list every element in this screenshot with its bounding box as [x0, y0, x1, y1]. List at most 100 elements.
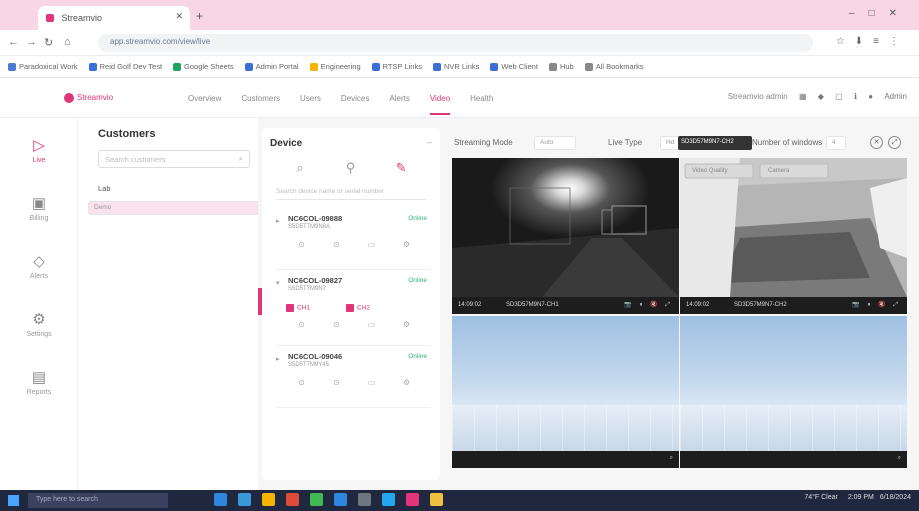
bookmark-item[interactable]: Google Sheets — [173, 62, 234, 72]
new-tab-button[interactable]: + — [196, 9, 203, 23]
calendar-icon[interactable]: ▭ — [354, 320, 389, 329]
bookmark-item[interactable]: Reid Golf Dev Test — [88, 62, 162, 72]
customer-search-input[interactable]: Search customers ⌕ — [98, 150, 250, 168]
bell-icon[interactable]: ◆ — [818, 92, 824, 101]
customer-row[interactable]: Demo — [88, 201, 260, 215]
record-icon[interactable]: ⊙ — [319, 240, 354, 249]
logo-text: Streamvio — [77, 93, 114, 103]
close-all-icon[interactable]: ✕ — [870, 136, 883, 149]
clock-date[interactable]: 6/18/2024 — [880, 494, 911, 501]
tile-3-expand-icon[interactable]: ⌕ — [670, 455, 673, 462]
record-icon[interactable]: ⊙ — [319, 320, 354, 329]
expand-caret-icon[interactable]: ▸ — [276, 355, 280, 363]
tile-1-controls-icons[interactable]: 📷 ⏸ 🔇 ⤢ — [624, 301, 673, 309]
taskbar-search-input[interactable]: Type here to search — [28, 493, 168, 508]
taskbar-search-placeholder: Type here to search — [36, 496, 98, 503]
browser-extension-icons[interactable]: ☆⬇≡⋮ — [836, 36, 909, 47]
back-icon[interactable]: ← — [8, 36, 19, 48]
favorite-filter-icon[interactable]: ✎ — [377, 160, 425, 176]
taskbar-app-icon[interactable] — [238, 493, 251, 506]
close-tab-icon[interactable]: ✕ — [175, 11, 183, 22]
bookmark-item[interactable]: All Bookmarks — [584, 62, 644, 72]
record-icon[interactable]: ⊙ — [319, 378, 354, 387]
video-tile-2[interactable]: Video Quality Camera 14:09:02 SD3D57M9N7… — [680, 158, 907, 314]
channel-checkbox[interactable]: CH1 — [286, 304, 310, 313]
bookmark-label: Paradoxical Work — [19, 62, 78, 71]
group-filter-icon[interactable]: ⚲ — [327, 160, 375, 176]
windows-start-icon[interactable] — [8, 495, 19, 506]
rail-item-live[interactable]: ▷ Live — [0, 136, 78, 164]
taskbar-app-icon[interactable] — [262, 493, 275, 506]
play-icon[interactable]: ⊙ — [284, 378, 319, 387]
device-card[interactable]: ▸ NC6COL-09888 S5D5T7M9N8A Online ⊙ ⊙ ▭ ⚙ — [276, 214, 431, 270]
taskbar-app-icon[interactable] — [214, 493, 227, 506]
nav-item-devices[interactable]: Devices — [341, 94, 369, 103]
windows-count-select[interactable]: 4 — [826, 136, 846, 150]
bookmark-item[interactable]: RTSP Links — [371, 62, 422, 72]
channel-checkbox[interactable]: CH2 — [346, 304, 370, 313]
settings-icon[interactable]: ⚙ — [389, 320, 424, 329]
video-tile-1[interactable]: 14:09:02 SD3D57M9N7-CH1 📷 ⏸ 🔇 ⤢ — [452, 158, 679, 314]
bookmark-item[interactable]: Engineering — [309, 62, 361, 72]
rail-item-reports[interactable]: ▤ Reports — [0, 368, 78, 396]
nav-item-customers[interactable]: Customers — [241, 94, 280, 103]
user-icon[interactable]: ● — [868, 92, 873, 101]
taskbar-app-icon[interactable] — [406, 493, 419, 506]
browser-tab[interactable]: Streamvio ✕ — [38, 6, 190, 30]
calendar-icon[interactable]: ▭ — [354, 240, 389, 249]
device-card[interactable]: ▾ NC6COL-09827 S5D5T7M9N7 Online CH1 CH2 ⊙ ⊙ ▭ ⚙ — [276, 276, 431, 346]
nav-item-overview[interactable]: Overview — [188, 94, 221, 103]
calendar-icon[interactable]: ▭ — [354, 378, 389, 387]
bookmark-item[interactable]: Web Client — [490, 62, 538, 72]
tile-2-pill-camera[interactable]: Camera — [768, 168, 789, 174]
taskbar-app-icon[interactable] — [286, 493, 299, 506]
expand-caret-icon[interactable]: ▾ — [276, 279, 280, 287]
rail-item-settings[interactable]: ⚙ Settings — [0, 310, 78, 338]
camera-filter-icon[interactable]: ⌕ — [276, 160, 324, 176]
taskbar-app-icon[interactable] — [382, 493, 395, 506]
nav-item-video[interactable]: Video — [429, 94, 451, 115]
reload-icon[interactable]: ↻ — [44, 36, 53, 49]
nav-item-alerts[interactable]: Alerts — [389, 94, 409, 103]
collapse-icon[interactable]: – — [427, 137, 432, 147]
tile-2-pill-quality[interactable]: Video Quality — [692, 168, 728, 174]
home-icon[interactable]: ⌂ — [64, 36, 71, 48]
customer-row[interactable]: Lab — [88, 176, 260, 201]
streaming-mode-select[interactable]: Auto — [534, 136, 576, 150]
taskbar-app-icon[interactable] — [310, 493, 323, 506]
bookmark-item[interactable]: NVR Links — [432, 62, 479, 72]
layout-icon[interactable]: ▢ — [835, 92, 843, 101]
expand-caret-icon[interactable]: ▸ — [276, 217, 280, 225]
settings-icon[interactable]: ⚙ — [389, 240, 424, 249]
bookmark-item[interactable]: Hub — [548, 62, 574, 72]
grid-icon[interactable]: ▦ — [799, 92, 807, 101]
nav-item-users[interactable]: Users — [300, 94, 321, 103]
video-tile-3[interactable]: ⌕ — [452, 316, 679, 468]
video-tile-4[interactable]: ⌕ — [680, 316, 907, 468]
bookmark-item[interactable]: Admin Portal — [244, 62, 299, 72]
play-icon[interactable]: ⊙ — [284, 320, 319, 329]
bookmarks-bar: Paradoxical Work Reid Golf Dev Test Google… — [0, 56, 919, 78]
taskbar-app-icon[interactable] — [430, 493, 443, 506]
clock-time[interactable]: 2:09 PM — [848, 494, 874, 501]
info-icon[interactable]: ℹ — [854, 92, 857, 101]
window-controls[interactable]: –□✕ — [849, 8, 911, 19]
nav-item-health[interactable]: Health — [470, 94, 493, 103]
app-logo[interactable]: Streamvio — [64, 93, 113, 103]
user-menu-label[interactable]: Admin — [884, 92, 907, 101]
fullscreen-icon[interactable]: ⤢ — [888, 136, 901, 149]
tile-4-expand-icon[interactable]: ⌕ — [898, 455, 901, 462]
forward-icon[interactable]: → — [26, 36, 37, 48]
device-search-input[interactable]: Search device name or serial number — [276, 186, 426, 200]
device-card[interactable]: ▸ NC6COL-09046 S5D5T7M9Y45 Online ⊙ ⊙ ▭ ⚙ — [276, 352, 431, 408]
taskbar-app-icon[interactable] — [334, 493, 347, 506]
play-icon[interactable]: ⊙ — [284, 240, 319, 249]
bookmark-item[interactable]: Paradoxical Work — [8, 62, 78, 72]
taskbar-app-icon[interactable] — [358, 493, 371, 506]
rail-item-billing[interactable]: ▣ Billing — [0, 194, 78, 222]
settings-icon[interactable]: ⚙ — [389, 378, 424, 387]
tile-2-controls-icons[interactable]: 📷 ⏸ 🔇 ⤢ — [852, 301, 901, 309]
weather-text[interactable]: 74°F Clear — [804, 494, 838, 501]
address-bar[interactable]: app.streamvio.com/view/live — [98, 34, 813, 52]
rail-item-alerts[interactable]: ◇ Alerts — [0, 252, 78, 280]
